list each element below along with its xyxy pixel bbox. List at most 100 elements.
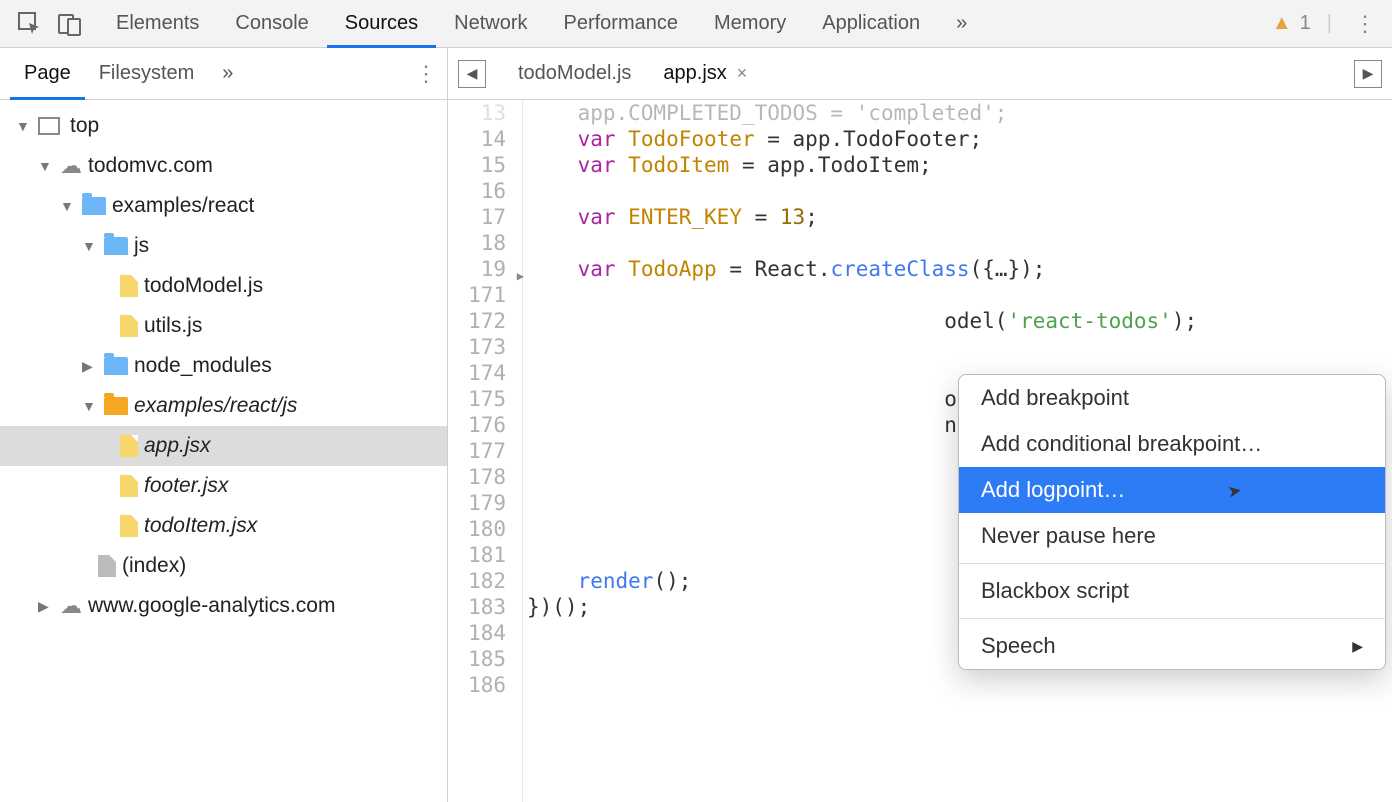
tree-label: examples/react/js [134,394,297,418]
code-editor[interactable]: 13 14 15 16 17 18 19 171 172 173 174 175… [448,100,1392,802]
ctx-separator [959,618,1385,619]
editor-tabbar: ◀ todoModel.js app.jsx × ▶ [448,48,1392,100]
line-number[interactable]: 18 [448,230,522,256]
warning-icon[interactable]: ▲ [1272,12,1292,35]
line-number[interactable]: 186 [448,672,522,698]
navigator-tabs-overflow[interactable]: » [208,48,247,100]
line-number[interactable]: 171 [448,282,522,308]
navigator-tab-filesystem[interactable]: Filesystem [85,48,209,100]
line-number[interactable]: 174 [448,360,522,386]
tree-row[interactable]: app.jsx [0,426,447,466]
tabs-overflow[interactable]: » [938,0,985,48]
code-line [527,230,1392,256]
separator: | [1319,12,1340,35]
tree-label: utils.js [144,314,202,338]
tree-row[interactable]: todoModel.js [0,266,447,306]
line-number[interactable]: 13 [448,100,522,126]
code-line: var TodoApp = React.createClass({…}); [527,256,1392,282]
code-line: odel('react-todos'); [527,308,1392,334]
device-toggle-icon[interactable] [50,0,90,48]
show-navigator-icon[interactable]: ◀ [458,60,486,88]
panel-tabs: Elements Console Sources Network Perform… [98,0,1272,48]
tree-row[interactable]: ▶☁www.google-analytics.com [0,586,447,626]
navigator-tab-page[interactable]: Page [10,48,85,100]
tree-row[interactable]: footer.jsx [0,466,447,506]
tree-row[interactable]: ▼examples/react [0,186,447,226]
tree-label: app.jsx [144,434,211,458]
line-number[interactable]: 16 [448,178,522,204]
folder-icon [82,197,106,215]
tab-memory[interactable]: Memory [696,0,804,48]
code-line [527,334,1392,360]
sources-main: ▼top ▼☁todomvc.com ▼examples/react ▼js t… [0,100,1392,802]
file-tab-label: app.jsx [663,62,726,85]
line-number[interactable]: 180 [448,516,522,542]
toolbar-right: ▲ 1 | ⋮ [1272,11,1382,37]
warning-count[interactable]: 1 [1300,12,1311,35]
line-number[interactable]: 177 [448,438,522,464]
context-menu: Add breakpoint Add conditional breakpoin… [958,374,1386,670]
tree-row[interactable]: todoItem.jsx [0,506,447,546]
line-gutter[interactable]: 13 14 15 16 17 18 19 171 172 173 174 175… [448,100,522,802]
tree-label: node_modules [134,354,272,378]
tree-label: top [70,114,99,138]
tree-row[interactable]: ▼top [0,106,447,146]
devtools-toolbar: Elements Console Sources Network Perform… [0,0,1392,48]
line-number[interactable]: 182 [448,568,522,594]
line-number[interactable]: 176 [448,412,522,438]
frame-icon [38,117,60,135]
tree-row[interactable]: ▶node_modules [0,346,447,386]
inspect-icon[interactable] [10,0,50,48]
line-number[interactable]: 184 [448,620,522,646]
line-number[interactable]: 175 [448,386,522,412]
ctx-never-pause-here[interactable]: Never pause here [959,513,1385,559]
line-number[interactable]: 17 [448,204,522,230]
folder-icon [104,357,128,375]
show-debugger-icon[interactable]: ▶ [1354,60,1382,88]
line-number[interactable]: 172 [448,308,522,334]
tab-performance[interactable]: Performance [546,0,697,48]
ctx-add-logpoint[interactable]: Add logpoint… [959,467,1385,513]
code-line: var ENTER_KEY = 13; [527,204,1392,230]
cloud-icon: ☁ [60,153,82,179]
line-number[interactable]: 173 [448,334,522,360]
tree-row[interactable]: ▼☁todomvc.com [0,146,447,186]
ctx-add-conditional-breakpoint[interactable]: Add conditional breakpoint… [959,421,1385,467]
tree-row[interactable]: ▼examples/react/js [0,386,447,426]
tree-label: (index) [122,554,186,578]
code-line: app.COMPLETED_TODOS = 'completed'; [527,100,1392,126]
ctx-speech[interactable]: Speech▶ [959,623,1385,669]
line-number[interactable]: 178 [448,464,522,490]
file-tab-app[interactable]: app.jsx × [647,48,763,100]
tab-elements[interactable]: Elements [98,0,217,48]
line-number[interactable]: 15 [448,152,522,178]
tree-row[interactable]: utils.js [0,306,447,346]
tab-network[interactable]: Network [436,0,545,48]
line-number[interactable]: 14 [448,126,522,152]
close-tab-icon[interactable]: × [737,63,748,84]
tab-sources[interactable]: Sources [327,0,436,48]
tree-label: todomvc.com [88,154,213,178]
ctx-blackbox-script[interactable]: Blackbox script [959,568,1385,614]
line-number[interactable]: 179 [448,490,522,516]
file-icon [120,315,138,337]
file-icon [120,435,138,457]
tree-row[interactable]: ▼js [0,226,447,266]
navigator-kebab-icon[interactable]: ⋮ [415,61,437,87]
settings-kebab-icon[interactable]: ⋮ [1348,11,1382,37]
tree-label: todoItem.jsx [144,514,257,538]
file-tree: ▼top ▼☁todomvc.com ▼examples/react ▼js t… [0,100,448,802]
tab-console[interactable]: Console [217,0,326,48]
file-tab-todomodel[interactable]: todoModel.js [502,48,647,100]
line-number[interactable]: 181 [448,542,522,568]
line-number[interactable]: 183 [448,594,522,620]
line-number[interactable]: 19 [448,256,522,282]
navigator-tabs: Page Filesystem » ⋮ [0,48,448,100]
tree-row[interactable]: (index) [0,546,447,586]
ctx-add-breakpoint[interactable]: Add breakpoint [959,375,1385,421]
line-number[interactable]: 185 [448,646,522,672]
tab-application[interactable]: Application [804,0,938,48]
folder-icon [104,237,128,255]
code-line: var TodoItem = app.TodoItem; [527,152,1392,178]
sources-subbar: Page Filesystem » ⋮ ◀ todoModel.js app.j… [0,48,1392,100]
